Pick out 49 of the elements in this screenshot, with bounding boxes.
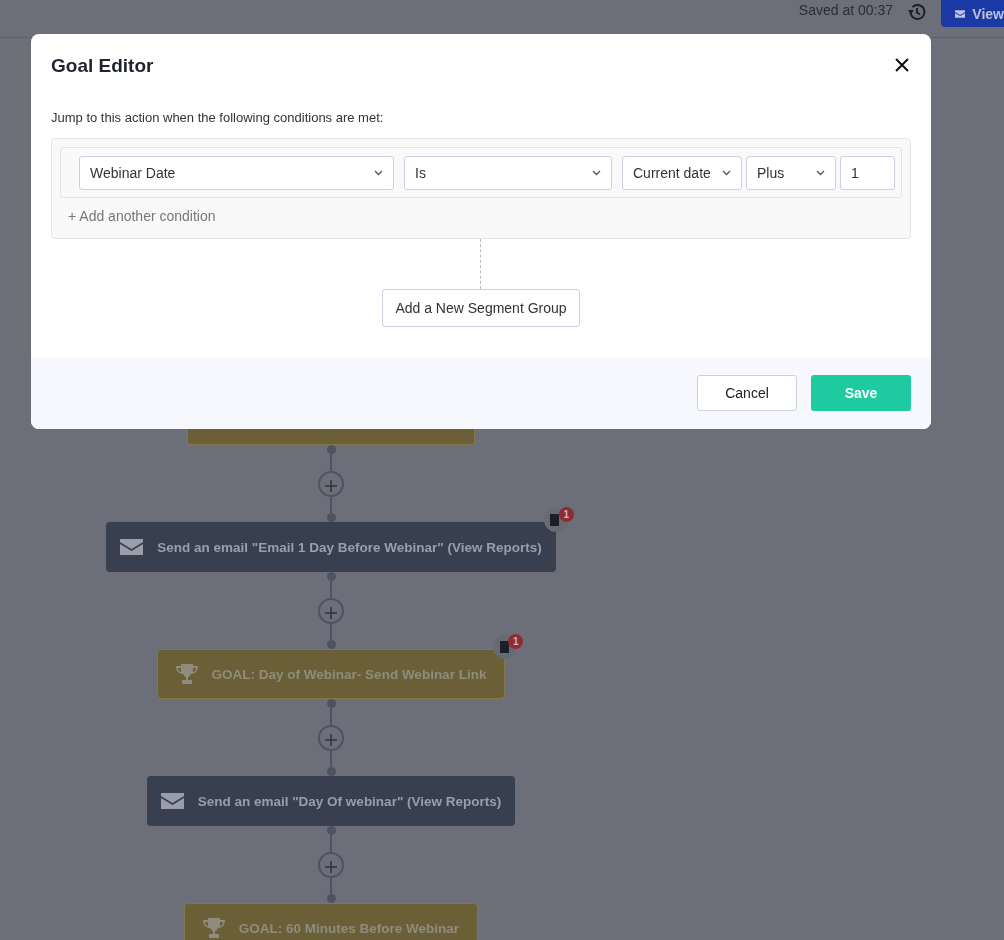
- connector-line: [326, 877, 336, 903]
- add-step-button[interactable]: [318, 724, 344, 751]
- chevron-down-icon: [816, 169, 825, 176]
- step-label: GOAL: 60 Minutes Before Webinar: [238, 920, 460, 936]
- amount-field[interactable]: 1: [840, 155, 895, 190]
- connector-line: [326, 623, 336, 649]
- add-segment-group-button[interactable]: Add a New Segment Group: [382, 289, 580, 327]
- chevron-down-icon: [374, 169, 383, 176]
- trophy-icon: [175, 664, 198, 684]
- notes-icon: [499, 641, 511, 653]
- connector-line: [326, 826, 336, 852]
- modifier-select[interactable]: Plus: [746, 155, 836, 190]
- saved-status: Saved at 00:37: [798, 2, 893, 18]
- plus-icon: [325, 733, 337, 746]
- trophy-icon: [202, 918, 225, 938]
- add-condition-link[interactable]: + Add another condition: [68, 208, 216, 224]
- step-label: Send an email "Day Of webinar" (View Reports): [197, 793, 502, 809]
- envelope-icon: [120, 539, 144, 555]
- add-step-button[interactable]: [318, 470, 344, 497]
- envelope-icon: [955, 9, 966, 18]
- add-step-button[interactable]: [318, 851, 344, 878]
- dialog-title: Goal Editor: [51, 55, 154, 77]
- chevron-down-icon: [592, 169, 601, 176]
- plus-icon: [325, 860, 337, 873]
- envelope-icon: [160, 793, 184, 809]
- plus-icon: [325, 479, 337, 492]
- step-label: Send an email "Email 1 Day Before Webinar" (View Reports): [157, 539, 542, 555]
- field-select[interactable]: Webinar Date: [79, 155, 394, 190]
- chevron-down-icon: [722, 169, 731, 176]
- instruction-text: Jump to this action when the following conditions are met:: [51, 110, 385, 125]
- connector-line: [326, 572, 336, 598]
- connector-line: [326, 699, 336, 725]
- notes-icon: [550, 514, 562, 526]
- history-icon[interactable]: [907, 2, 927, 22]
- connector-line: [326, 445, 336, 471]
- cancel-button[interactable]: Cancel: [697, 375, 797, 411]
- connector-line: [326, 750, 336, 776]
- add-step-button[interactable]: [318, 597, 344, 624]
- plus-icon: [325, 606, 337, 619]
- step-label: GOAL: Day of Webinar- Send Webinar Link: [211, 666, 487, 682]
- operator-select[interactable]: Is: [404, 155, 612, 190]
- date-select[interactable]: Current date: [622, 155, 742, 190]
- email-step-card[interactable]: Send an email "Email 1 Day Before Webinar" (View Reports): [106, 522, 556, 572]
- notification-count: 1: [508, 634, 524, 649]
- close-button[interactable]: [895, 58, 911, 74]
- close-icon: [895, 58, 909, 72]
- connector-line: [326, 496, 336, 522]
- view-button[interactable]: View: [941, 0, 1004, 27]
- email-step-card[interactable]: Send an email "Day Of webinar" (View Reports): [146, 776, 516, 826]
